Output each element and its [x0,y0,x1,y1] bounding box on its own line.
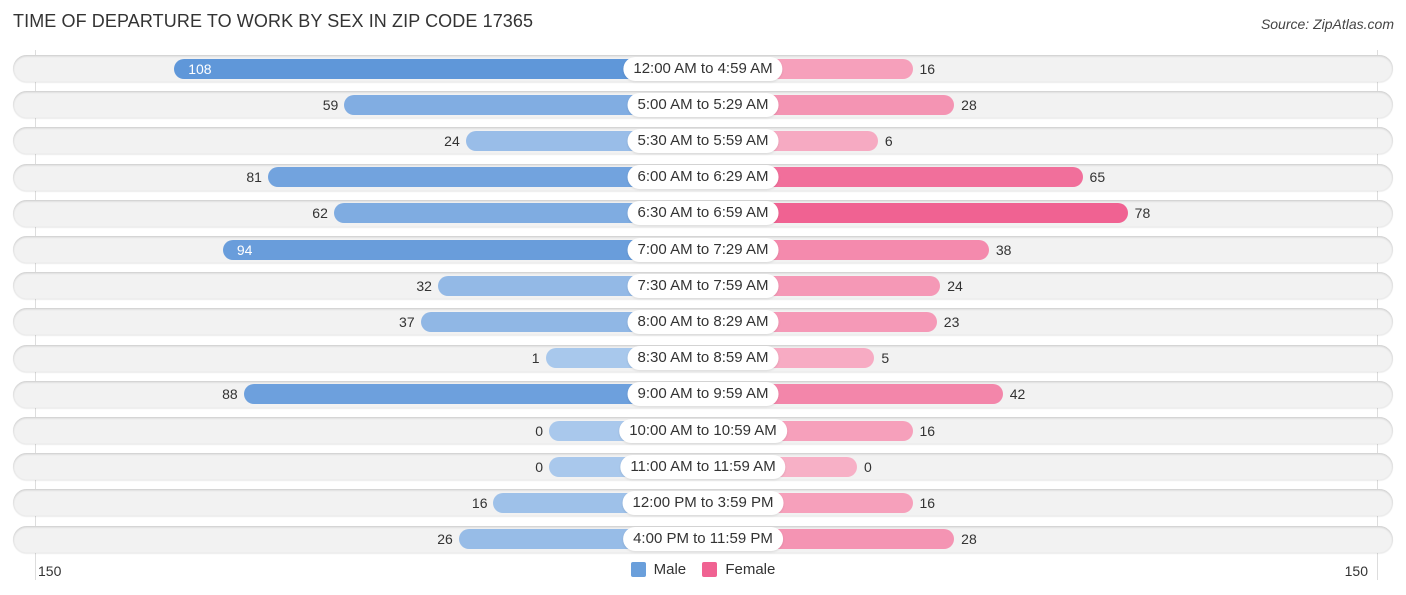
value-label-female: 24 [947,277,963,294]
value-label-male: 108 [188,60,212,77]
value-label-male: 26 [437,531,453,548]
category-label: 6:30 AM to 6:59 AM [627,201,779,226]
value-label-female: 42 [1009,386,1026,403]
category-label: 12:00 PM to 3:59 PM [622,490,784,515]
legend-label-male: Male [653,561,687,578]
value-label-female: 5 [881,350,890,367]
value-label-male: 1 [531,350,540,367]
legend: Male Female [0,561,1406,581]
value-label-female: 16 [919,422,936,439]
value-label-male: 24 [444,132,460,149]
value-label-female: 28 [961,96,977,113]
category-label: 10:00 AM to 10:59 AM [619,418,787,443]
category-label: 11:00 AM to 11:59 AM [620,454,786,479]
category-label: 7:30 AM to 7:59 AM [627,273,779,298]
category-label: 6:00 AM to 6:29 AM [627,165,779,190]
chart-title: TIME OF DEPARTURE TO WORK BY SEX IN ZIP … [13,11,534,31]
legend-item-female[interactable]: Female [702,561,775,578]
value-label-male: 0 [535,458,543,475]
chart-root: TIME OF DEPARTURE TO WORK BY SEX IN ZIP … [0,0,1406,595]
value-label-male: 32 [416,277,432,294]
value-label-male: 59 [322,96,339,113]
value-label-male: 0 [535,422,543,439]
value-label-female: 0 [864,458,872,475]
category-label: 12:00 AM to 4:59 AM [623,56,783,81]
value-label-male: 62 [312,205,328,222]
value-label-female: 6 [884,132,893,149]
value-label-male: 37 [399,313,415,330]
value-label-male: 88 [222,386,238,403]
category-label: 9:00 AM to 9:59 AM [627,382,779,407]
value-label-female: 38 [995,241,1012,258]
value-label-female: 23 [943,313,960,330]
category-label: 4:00 PM to 11:59 PM [623,527,783,552]
value-label-male: 16 [471,494,488,511]
value-label-male: 94 [236,241,253,258]
value-label-female: 16 [919,494,936,511]
legend-item-male[interactable]: Male [630,561,687,578]
value-label-female: 78 [1134,205,1151,222]
legend-swatch-female [702,562,718,577]
source-label: Source: ZipAtlas.com [1260,16,1394,32]
value-label-male: 81 [246,169,262,186]
category-label: 8:30 AM to 8:59 AM [627,346,779,371]
value-label-female: 16 [919,60,936,77]
category-label: 5:00 AM to 5:29 AM [627,92,779,117]
value-label-female: 28 [961,531,977,548]
category-label: 8:00 AM to 8:29 AM [627,309,779,334]
legend-label-female: Female [725,561,776,578]
legend-swatch-male [630,562,646,577]
category-label: 5:30 AM to 5:59 AM [627,128,779,153]
value-label-female: 65 [1089,169,1106,186]
category-label: 7:00 AM to 7:29 AM [627,237,779,262]
